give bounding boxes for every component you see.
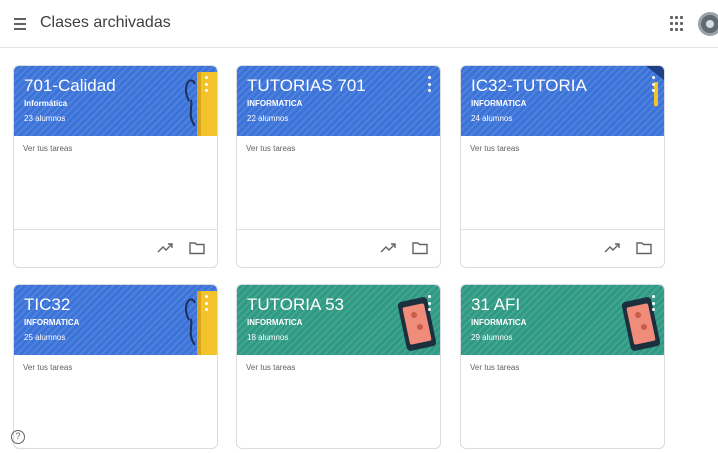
card-body: Ver tus tareas [237, 136, 440, 229]
card-header: TUTORIA 53 INFORMATICA 18 alumnos [237, 285, 440, 355]
class-title[interactable]: 31 AFI [471, 295, 520, 315]
folder-icon[interactable] [189, 241, 205, 255]
class-student-count: 23 alumnos [24, 114, 66, 123]
class-card[interactable]: 701-Calidad Informática 23 alumnos Ver t… [13, 65, 218, 268]
class-card[interactable]: TIC32 INFORMATICA 25 alumnos Ver tus tar… [13, 284, 218, 449]
class-title[interactable]: TUTORIAS 701 [247, 76, 366, 96]
card-body: Ver tus tareas [237, 355, 440, 448]
class-section: INFORMATICA [247, 318, 303, 327]
folder-icon[interactable] [636, 241, 652, 255]
page-title: Clases archivadas [40, 14, 171, 31]
view-tasks-link[interactable]: Ver tus tareas [246, 144, 295, 153]
pencil-illustration [646, 66, 664, 106]
trending-icon[interactable] [157, 241, 173, 255]
class-card[interactable]: TUTORIAS 701 INFORMATICA 22 alumnos Ver … [236, 65, 441, 268]
class-section: Informática [24, 99, 68, 108]
more-options-icon[interactable] [652, 295, 656, 311]
folder-icon[interactable] [412, 241, 428, 255]
card-header: IC32-TUTORIA INFORMATICA 24 alumnos [461, 66, 664, 136]
notebook-illustration [185, 72, 217, 136]
apps-grid-icon[interactable] [670, 16, 686, 32]
card-body: Ver tus tareas [461, 136, 664, 229]
more-options-icon[interactable] [652, 76, 656, 92]
card-body: Ver tus tareas [14, 355, 217, 448]
class-student-count: 22 alumnos [247, 114, 289, 123]
more-options-icon[interactable] [428, 295, 432, 311]
class-title[interactable]: TUTORIA 53 [247, 295, 344, 315]
card-header: TUTORIAS 701 INFORMATICA 22 alumnos [237, 66, 440, 136]
class-section: INFORMATICA [471, 99, 527, 108]
view-tasks-link[interactable]: Ver tus tareas [470, 144, 519, 153]
view-tasks-link[interactable]: Ver tus tareas [23, 144, 72, 153]
class-section: INFORMATICA [247, 99, 303, 108]
card-body: Ver tus tareas [14, 136, 217, 229]
class-title[interactable]: TIC32 [24, 295, 70, 315]
more-options-icon[interactable] [205, 76, 209, 92]
menu-icon[interactable] [10, 14, 30, 34]
view-tasks-link[interactable]: Ver tus tareas [470, 363, 519, 372]
card-body: Ver tus tareas [461, 355, 664, 448]
class-card[interactable]: 31 AFI INFORMATICA 29 alumnos Ver tus ta… [460, 284, 665, 449]
class-title[interactable]: IC32-TUTORIA [471, 76, 587, 96]
class-student-count: 25 alumnos [24, 333, 66, 342]
card-header: 31 AFI INFORMATICA 29 alumnos [461, 285, 664, 355]
class-title[interactable]: 701-Calidad [24, 76, 116, 96]
class-section: INFORMATICA [24, 318, 80, 327]
help-icon[interactable]: ? [11, 430, 25, 444]
class-card[interactable]: TUTORIA 53 INFORMATICA 18 alumnos Ver tu… [236, 284, 441, 449]
class-student-count: 24 alumnos [471, 114, 513, 123]
account-avatar[interactable] [698, 12, 718, 36]
card-footer [14, 229, 217, 267]
card-footer [237, 229, 440, 267]
class-student-count: 18 alumnos [247, 333, 289, 342]
more-options-icon[interactable] [428, 76, 432, 92]
view-tasks-link[interactable]: Ver tus tareas [246, 363, 295, 372]
view-tasks-link[interactable]: Ver tus tareas [23, 363, 72, 372]
more-options-icon[interactable] [205, 295, 209, 311]
card-footer [461, 229, 664, 267]
class-student-count: 29 alumnos [471, 333, 513, 342]
card-header: TIC32 INFORMATICA 25 alumnos [14, 285, 217, 355]
trending-icon[interactable] [380, 241, 396, 255]
class-card[interactable]: IC32-TUTORIA INFORMATICA 24 alumnos Ver … [460, 65, 665, 268]
notebook-illustration [185, 291, 217, 355]
top-bar: Clases archivadas [0, 0, 718, 48]
trending-icon[interactable] [604, 241, 620, 255]
class-section: INFORMATICA [471, 318, 527, 327]
card-header: 701-Calidad Informática 23 alumnos [14, 66, 217, 136]
